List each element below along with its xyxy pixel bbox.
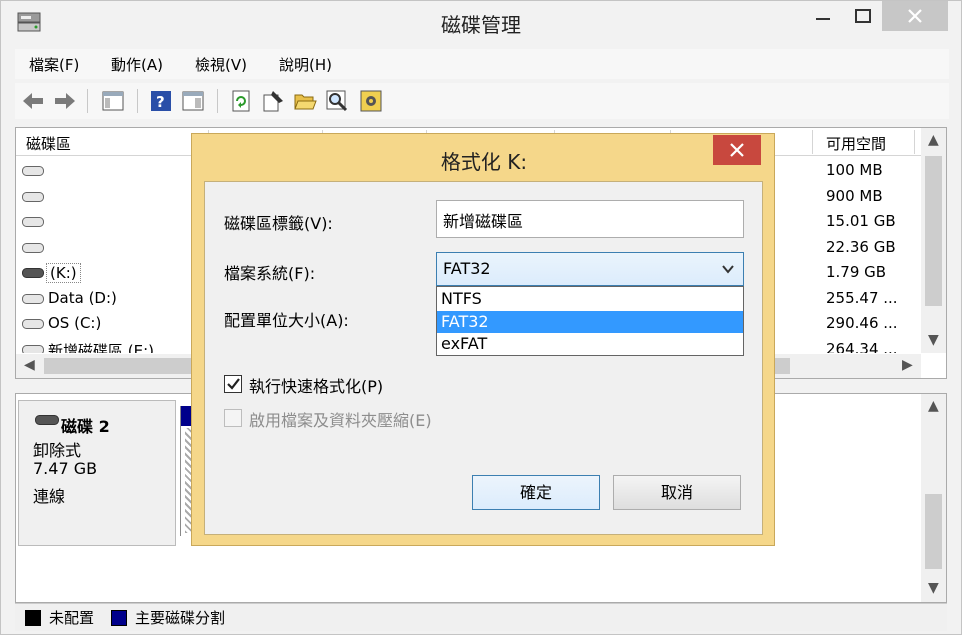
close-button[interactable] bbox=[882, 1, 948, 31]
volume-label-input[interactable]: 新增磁碟區 bbox=[436, 200, 744, 238]
compression-checkbox bbox=[224, 409, 242, 427]
scroll-right-icon[interactable]: ▶ bbox=[902, 357, 913, 373]
volume-free: 264.34 ... bbox=[826, 340, 898, 353]
option-exfat[interactable]: exFAT bbox=[437, 333, 743, 355]
dialog-close-button[interactable] bbox=[713, 135, 761, 165]
volume-free: 15.01 GB bbox=[826, 212, 896, 230]
properties-icon[interactable] bbox=[261, 89, 285, 113]
option-fat32[interactable]: FAT32 bbox=[437, 311, 743, 333]
volume-name: 新增磁碟區 (E:) bbox=[48, 342, 155, 353]
menu-view[interactable]: 檢視(V) bbox=[195, 54, 247, 75]
volume-free: 1.79 GB bbox=[826, 263, 887, 281]
checkmark-icon bbox=[227, 378, 240, 390]
primary-swatch bbox=[111, 610, 127, 626]
column-divider[interactable] bbox=[812, 130, 813, 154]
file-system-select[interactable]: FAT32 bbox=[436, 252, 744, 286]
scroll-up-icon[interactable]: ▲ bbox=[928, 398, 939, 414]
toolbar-separator bbox=[137, 89, 138, 113]
close-icon bbox=[730, 143, 744, 157]
disk-size: 7.47 GB bbox=[33, 459, 98, 478]
scroll-down-icon[interactable]: ▼ bbox=[928, 332, 939, 348]
minimize-icon bbox=[816, 18, 830, 20]
volume-free: 22.36 GB bbox=[826, 238, 896, 256]
drive-icon bbox=[22, 166, 44, 176]
disk-status: 連線 bbox=[33, 487, 66, 506]
unallocated-swatch bbox=[25, 610, 41, 626]
volume-name: (K:) bbox=[46, 263, 81, 283]
menu-bar: 檔案(F) 動作(A) 檢視(V) 說明(H) bbox=[15, 49, 949, 79]
toolbar-separator bbox=[217, 89, 218, 113]
removable-drive-icon bbox=[22, 268, 44, 278]
disk-info-panel[interactable]: 磁碟 2 卸除式 7.47 GB 連線 bbox=[18, 400, 176, 546]
scroll-down-icon[interactable]: ▼ bbox=[928, 580, 939, 596]
chevron-down-icon bbox=[722, 265, 734, 274]
legend-unallocated: 未配置 bbox=[49, 609, 95, 627]
volume-label-label: 磁碟區標籤(V): bbox=[224, 214, 333, 233]
column-divider[interactable] bbox=[914, 130, 915, 154]
menu-action[interactable]: 動作(A) bbox=[111, 54, 163, 75]
menu-help[interactable]: 說明(H) bbox=[279, 54, 332, 75]
ok-button[interactable]: 確定 bbox=[472, 475, 600, 510]
compression-label: 啟用檔案及資料夾壓縮(E) bbox=[249, 411, 432, 430]
legend-primary: 主要磁碟分割 bbox=[135, 609, 226, 627]
volume-free: 290.46 ... bbox=[826, 314, 898, 332]
drive-icon bbox=[22, 345, 44, 353]
cancel-button[interactable]: 取消 bbox=[613, 475, 741, 510]
dialog-body: 磁碟區標籤(V): 新增磁碟區 檔案系統(F): FAT32 NTFS FAT3… bbox=[204, 181, 763, 535]
format-dialog: 格式化 K: 磁碟區標籤(V): 新增磁碟區 檔案系統(F): FAT32 NT… bbox=[191, 133, 775, 546]
scroll-thumb[interactable] bbox=[925, 494, 942, 569]
vertical-scrollbar[interactable]: ▲ ▼ bbox=[921, 394, 946, 602]
column-free-space[interactable]: 可用空間 bbox=[826, 133, 886, 154]
drive-icon bbox=[22, 192, 44, 202]
volume-free: 255.47 ... bbox=[826, 289, 898, 307]
drive-icon bbox=[22, 243, 44, 253]
file-system-label: 檔案系統(F): bbox=[224, 264, 316, 283]
refresh-icon[interactable] bbox=[229, 89, 253, 113]
open-folder-icon[interactable] bbox=[293, 89, 317, 113]
drive-icon bbox=[22, 217, 44, 227]
title-bar[interactable]: 磁碟管理 bbox=[1, 1, 961, 45]
dialog-title: 格式化 K: bbox=[440, 150, 528, 174]
find-icon[interactable] bbox=[325, 89, 349, 113]
svg-text:?: ? bbox=[156, 93, 165, 111]
help-icon[interactable]: ? bbox=[149, 89, 173, 113]
minimize-button[interactable] bbox=[807, 1, 839, 31]
option-ntfs[interactable]: NTFS bbox=[437, 288, 743, 310]
volume-name: Data (D:) bbox=[48, 289, 117, 307]
console-tree-icon[interactable] bbox=[101, 89, 125, 113]
menu-file[interactable]: 檔案(F) bbox=[29, 54, 79, 75]
toolbar: ? bbox=[15, 83, 949, 119]
vertical-scrollbar[interactable]: ▲ ▼ bbox=[921, 128, 946, 353]
quick-format-label[interactable]: 執行快速格式化(P) bbox=[249, 373, 383, 397]
volume-name: OS (C:) bbox=[48, 314, 102, 332]
scroll-left-icon[interactable]: ◀ bbox=[24, 357, 35, 373]
volume-free: 900 MB bbox=[826, 187, 883, 205]
close-icon bbox=[908, 9, 922, 23]
scroll-thumb[interactable] bbox=[925, 156, 942, 306]
disk-type: 卸除式 bbox=[33, 441, 82, 460]
file-system-value: FAT32 bbox=[443, 259, 491, 278]
column-volume[interactable]: 磁碟區 bbox=[26, 133, 71, 154]
back-arrow-icon[interactable] bbox=[21, 89, 45, 113]
show-pane-icon[interactable] bbox=[181, 89, 205, 113]
maximize-button[interactable] bbox=[847, 1, 879, 31]
quick-format-checkbox[interactable] bbox=[224, 375, 242, 393]
disk-name: 磁碟 2 bbox=[61, 417, 110, 436]
forward-arrow-icon[interactable] bbox=[53, 89, 77, 113]
file-system-dropdown: NTFS FAT32 exFAT bbox=[436, 286, 744, 356]
drive-icon bbox=[22, 294, 44, 304]
scroll-up-icon[interactable]: ▲ bbox=[928, 132, 939, 148]
volume-free: 100 MB bbox=[826, 161, 883, 179]
toolbar-separator bbox=[87, 89, 88, 113]
allocation-unit-label: 配置單位大小(A): bbox=[224, 311, 349, 330]
removable-drive-icon bbox=[35, 415, 59, 425]
legend-bar: 未配置 主要磁碟分割 bbox=[15, 603, 947, 631]
drive-icon bbox=[22, 319, 44, 329]
maximize-icon bbox=[855, 9, 871, 23]
settings-icon[interactable] bbox=[359, 89, 383, 113]
